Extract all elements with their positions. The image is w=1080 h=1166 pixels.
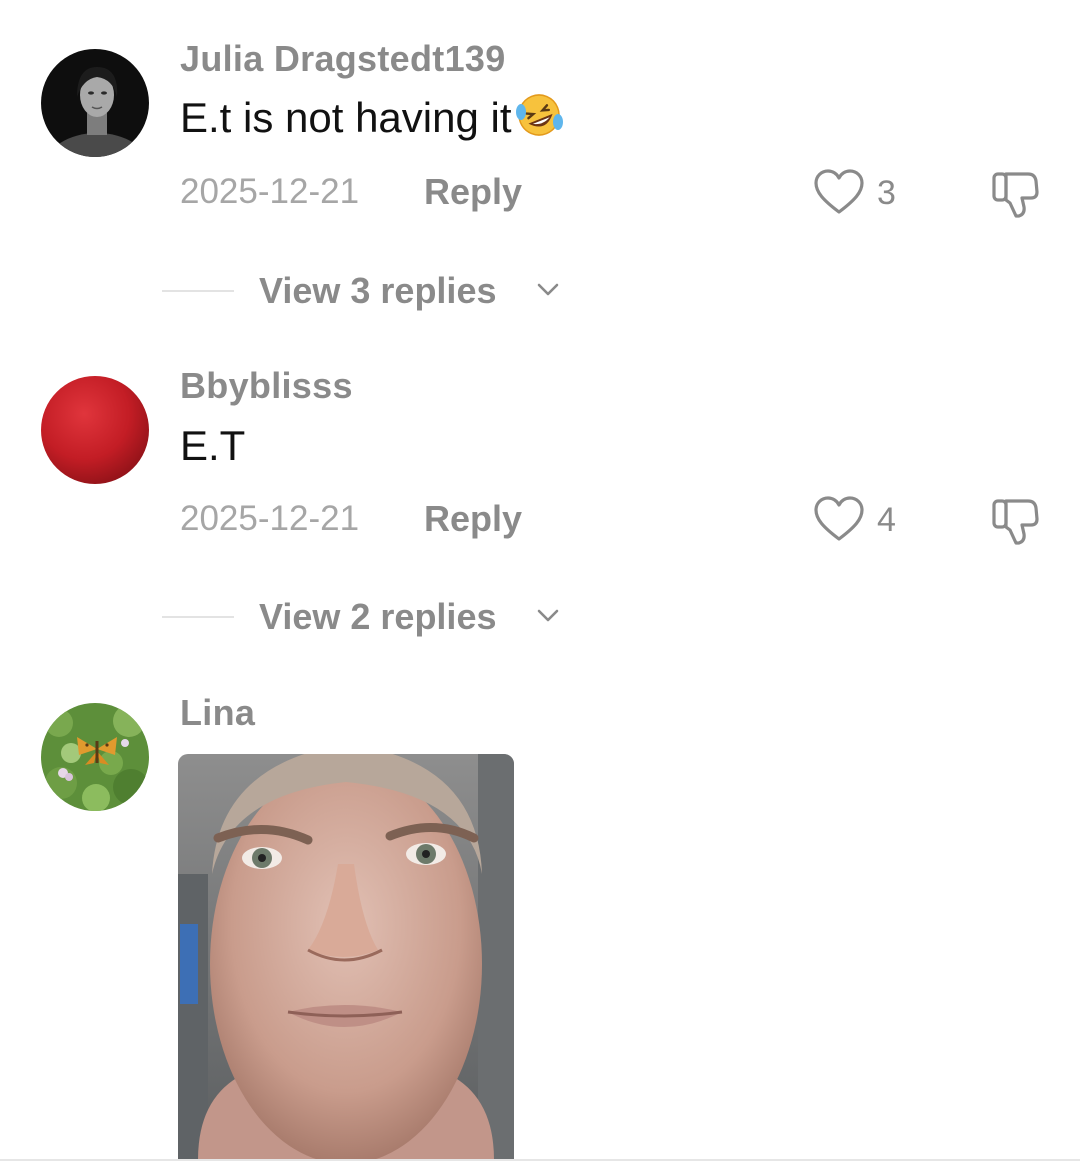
bottom-divider (0, 1159, 1080, 1161)
comment: Bbyblisss E.T 2025-12-21 Reply 4 View 2 … (0, 330, 1080, 660)
avatar[interactable] (41, 376, 149, 484)
like-button[interactable]: 3 (813, 168, 913, 218)
view-replies-label: View 2 replies (259, 596, 497, 637)
avatar[interactable] (41, 49, 149, 157)
avatar-image (41, 49, 149, 157)
comment-username[interactable]: Julia Dragstedt139 (180, 38, 506, 80)
thumbs-down-icon (992, 172, 1039, 218)
view-replies-button[interactable]: View 2 replies (160, 596, 580, 637)
dislike-button[interactable] (988, 497, 1040, 547)
divider-line (162, 290, 234, 292)
comment-text-content: E.t is not having it (180, 94, 512, 141)
laughing-emoji-icon (514, 92, 564, 148)
chevron-down-icon (537, 609, 559, 622)
avatar[interactable] (41, 703, 149, 811)
view-replies-button[interactable]: View 3 replies (160, 270, 580, 311)
avatar-image (41, 376, 149, 484)
avatar-image (41, 703, 149, 811)
comment-image[interactable] (178, 754, 514, 1160)
heart-icon (814, 169, 864, 214)
thumbs-down-icon (992, 499, 1039, 545)
dislike-button[interactable] (988, 170, 1040, 220)
view-replies-label: View 3 replies (259, 270, 497, 311)
like-count: 3 (877, 174, 896, 212)
reply-button[interactable]: Reply (424, 171, 522, 213)
reply-button[interactable]: Reply (424, 498, 522, 540)
comment-date: 2025-12-21 (180, 499, 360, 538)
comment-username[interactable]: Lina (180, 692, 255, 734)
comment-date: 2025-12-21 (180, 172, 360, 211)
comment: Lina (0, 660, 1080, 1166)
comment-image-photo (178, 754, 514, 1160)
comment-username[interactable]: Bbyblisss (180, 365, 353, 407)
comment: Julia Dragstedt139 E.t is not having it … (0, 0, 1080, 330)
comment-text: E.t is not having it (180, 92, 564, 148)
divider-line (162, 616, 234, 618)
chevron-down-icon (537, 283, 559, 296)
like-count: 4 (877, 501, 896, 539)
comment-text: E.T (180, 422, 246, 469)
like-button[interactable]: 4 (813, 495, 913, 545)
heart-icon (814, 496, 864, 541)
